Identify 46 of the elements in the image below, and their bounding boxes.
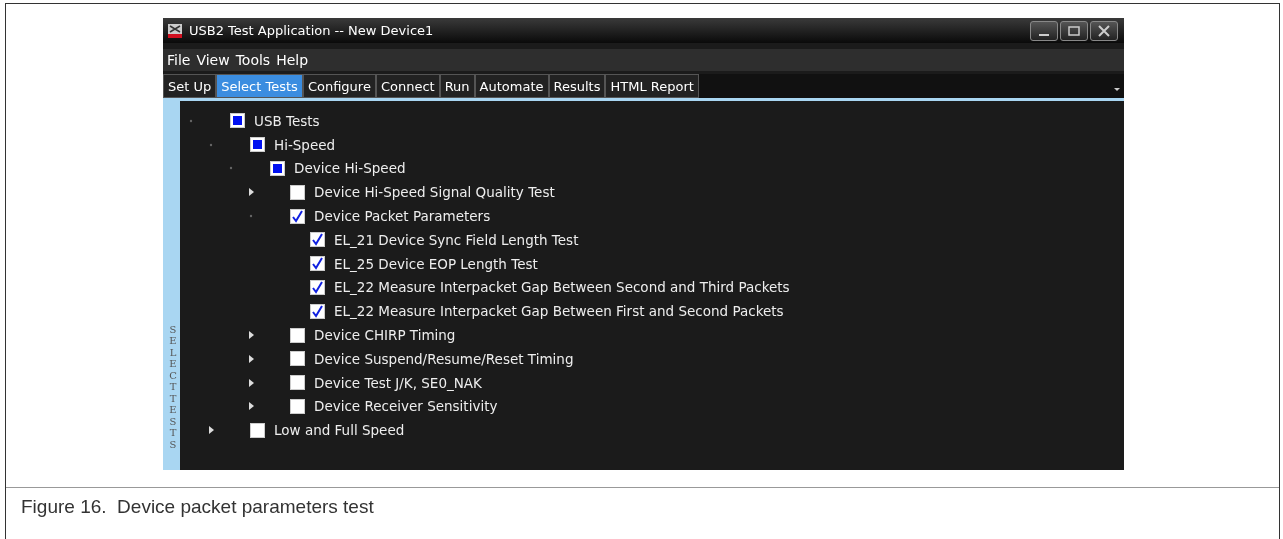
tree-item-label[interactable]: Device CHIRP Timing — [314, 327, 456, 344]
maximize-button[interactable] — [1060, 20, 1088, 41]
tab[interactable]: Run — [439, 74, 475, 98]
checkbox[interactable] — [290, 327, 305, 343]
app-icon — [167, 22, 183, 39]
tab[interactable]: Set Up — [163, 74, 217, 98]
checkbox[interactable] — [310, 256, 325, 272]
tree-item-label[interactable]: Device Test J/K, SE0_NAK — [314, 374, 482, 391]
tree-item-label[interactable]: USB Tests — [254, 112, 320, 129]
tree-item-label[interactable]: EL_21 Device Sync Field Length Test — [334, 231, 579, 248]
tree-item-label[interactable]: Low and Full Speed — [274, 422, 405, 439]
checkbox[interactable] — [290, 351, 305, 367]
tree-item-label[interactable]: EL_25 Device EOP Length Test — [334, 255, 538, 272]
menu-item[interactable]: View — [196, 52, 230, 68]
checkbox[interactable] — [290, 375, 305, 391]
tab[interactable]: Connect — [375, 74, 440, 98]
checkbox[interactable] — [310, 232, 325, 248]
window-title: USB2 Test Application -- New Device1 — [189, 23, 435, 38]
maximize-icon — [1068, 25, 1080, 36]
tree-item-label[interactable]: Device Hi-Speed Signal Quality Test — [314, 184, 555, 201]
tree-item-label[interactable]: Device Suspend/Resume/Reset Timing — [314, 350, 574, 367]
menu-item[interactable]: Help — [276, 52, 309, 68]
checkbox[interactable] — [290, 208, 305, 224]
tree-item-label[interactable]: Hi-Speed — [274, 136, 336, 153]
tree-item-label[interactable]: Device Hi-Speed — [294, 160, 406, 177]
checkbox[interactable] — [310, 303, 325, 319]
checkbox[interactable] — [310, 279, 325, 295]
tab[interactable]: HTML Report — [605, 74, 699, 98]
tab[interactable]: Results — [548, 74, 606, 98]
tree-item-label[interactable]: EL_22 Measure Interpacket Gap Between Second and Third Packets — [334, 279, 790, 296]
close-icon — [1098, 24, 1110, 37]
minimize-button[interactable] — [1030, 20, 1058, 41]
tree-item-label[interactable]: Device Packet Parameters — [314, 208, 491, 225]
minimize-icon — [1039, 33, 1049, 36]
tree-item-label[interactable]: Device Receiver Sensitivity — [314, 398, 498, 415]
menu-item[interactable]: File — [167, 52, 191, 68]
close-button[interactable] — [1090, 20, 1118, 41]
tab[interactable]: Automate — [474, 74, 549, 98]
tab[interactable]: Configure — [302, 74, 376, 98]
figure-caption: Figure 16. Device packet parameters test — [20, 495, 375, 518]
checkbox[interactable] — [290, 184, 305, 200]
checkbox[interactable] — [250, 422, 265, 438]
checkbox[interactable] — [290, 398, 305, 414]
tree-item-label[interactable]: EL_22 Measure Interpacket Gap Between First and Second Packets — [334, 303, 784, 320]
menu-item[interactable]: Tools — [235, 52, 271, 68]
side-label: SELECT TESTS — [168, 323, 178, 450]
